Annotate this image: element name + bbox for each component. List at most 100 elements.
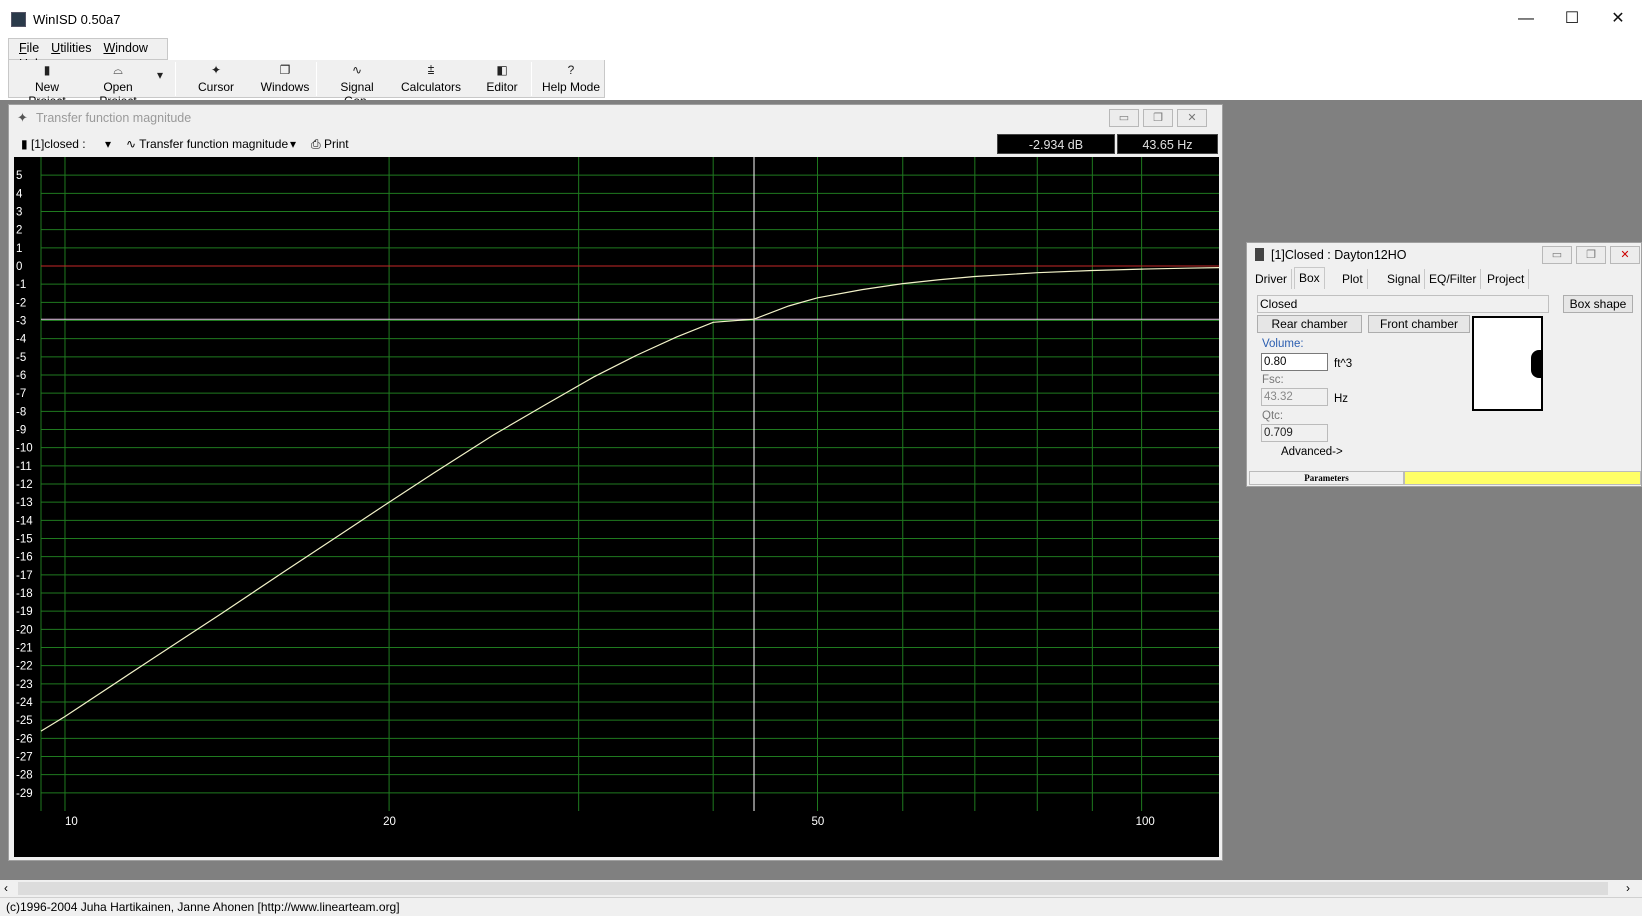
qtc-label: Qtc:	[1262, 410, 1284, 422]
y-tick-label: -28	[16, 770, 33, 782]
dialog-close-button[interactable]: ✕	[1610, 246, 1640, 264]
print-button[interactable]: ⎙ Print	[311, 133, 361, 155]
editor-button[interactable]: ◧ Editor	[474, 63, 530, 97]
horizontal-scrollbar[interactable]: ‹ ›	[0, 880, 1642, 897]
maximize-button[interactable]: ☐	[1549, 6, 1595, 32]
plot-type-value: Transfer function magnitude	[139, 137, 289, 151]
toolbar-separator	[531, 62, 532, 96]
open-project-button[interactable]: ⌓ Open Project	[84, 63, 152, 108]
y-tick-label: -25	[16, 715, 33, 727]
close-button[interactable]: ✕	[1595, 6, 1641, 32]
transfer-function-chart[interactable]: 543210-1-2-3-4-5-6-7-8-9-10-11-12-13-14-…	[14, 157, 1219, 857]
chevron-down-icon: ▾	[156, 68, 164, 82]
new-project-button[interactable]: ▮ New Project	[15, 63, 79, 108]
y-tick-label: -15	[16, 534, 33, 546]
question-icon: ?	[567, 63, 575, 77]
scroll-right-icon[interactable]: ›	[1626, 881, 1630, 895]
scroll-track[interactable]	[18, 882, 1608, 895]
calculator-icon: ⩲	[427, 63, 435, 77]
toolbar: ▮ New Project ⌓ Open Project ▾ ✦ Cursor …	[8, 60, 605, 108]
dialog-restore-button[interactable]: ❐	[1576, 246, 1606, 264]
tab-plot[interactable]: Plot	[1338, 269, 1368, 289]
tab-box[interactable]: Box	[1294, 267, 1325, 289]
windows-button[interactable]: ❐ Windows	[254, 63, 316, 97]
y-tick-label: -16	[16, 552, 33, 564]
db-readout: -2.934 dB	[997, 134, 1115, 154]
scroll-left-icon[interactable]: ‹	[4, 881, 8, 895]
plot-restore-button[interactable]: ❐	[1143, 109, 1173, 127]
y-tick-label: -3	[16, 316, 26, 328]
y-tick-label: -13	[16, 497, 33, 509]
y-tick-label: -14	[16, 515, 33, 527]
fsc-input: 43.32	[1261, 388, 1328, 406]
print-label: Print	[323, 137, 349, 151]
calculators-button[interactable]: ⩲ Calculators	[395, 63, 467, 97]
help-mode-label: Help Mode	[541, 80, 601, 94]
editor-label: Editor	[486, 80, 518, 94]
status-bar: (c)1996-2004 Juha Hartikainen, Janne Aho…	[0, 897, 1642, 916]
tab-driver[interactable]: Driver	[1251, 269, 1292, 289]
windows-label: Windows	[260, 80, 310, 94]
tab-signal[interactable]: Signal	[1383, 269, 1426, 289]
x-tick-label: 100	[1136, 816, 1155, 828]
plot-minimize-button[interactable]: ▭	[1109, 109, 1139, 127]
x-tick-label: 20	[383, 816, 396, 828]
x-tick-label: 50	[812, 816, 825, 828]
sine-wave-icon: ∿	[351, 63, 363, 77]
box-diagram	[1472, 316, 1543, 411]
box-type-field[interactable]: Closed	[1257, 295, 1549, 313]
volume-label: Volume:	[1262, 338, 1304, 350]
y-tick-label: -22	[16, 661, 33, 673]
calculators-label: Calculators	[400, 80, 462, 94]
project-select-value: [1]closed :	[30, 137, 86, 151]
y-tick-label: -7	[16, 388, 26, 400]
cursor-label: Cursor	[197, 80, 234, 94]
front-chamber-button[interactable]: Front chamber	[1368, 315, 1470, 333]
menu-utilities[interactable]: Utilities	[41, 39, 93, 55]
fsc-label: Fsc:	[1262, 374, 1284, 386]
qtc-input: 0.709	[1261, 424, 1328, 442]
dialog-minimize-button[interactable]: ▭	[1542, 246, 1572, 264]
new-project-icon: ▮	[43, 63, 51, 77]
menu-window[interactable]: Window	[93, 39, 149, 55]
y-tick-label: -6	[16, 370, 26, 382]
hz-readout: 43.65 Hz	[1117, 134, 1218, 154]
title-bar: WinISD 0.50a7 — ☐ ✕	[0, 0, 1642, 38]
plot-area[interactable]: 5 4 3 2 1 0 -1 -2 -3 -4 -5 -6 -7 -8 -9 -10 -11 -12 -13 -14-…	[14, 157, 1219, 857]
tab-eq-filter[interactable]: EQ/Filter	[1425, 269, 1482, 289]
y-tick-label: 1	[16, 243, 22, 255]
signal-gen-button[interactable]: ∿ Signal Gen.	[326, 63, 388, 108]
volume-input[interactable]: 0.80	[1261, 353, 1328, 371]
rear-chamber-button[interactable]: Rear chamber	[1257, 315, 1362, 333]
y-tick-label: -2	[16, 297, 26, 309]
y-tick-label: -9	[16, 425, 26, 437]
dialog-titlebar[interactable]: [1]Closed : Dayton12HO ▭ ❐ ✕	[1247, 243, 1641, 267]
tab-project[interactable]: Project	[1483, 269, 1530, 289]
y-tick-label: -19	[16, 606, 33, 618]
project-select[interactable]: ▮ [1]closed : ▾	[21, 133, 115, 155]
parameters-label: Parameters	[1249, 471, 1404, 485]
y-tick-label: -1	[16, 279, 26, 291]
y-tick-label: -20	[16, 624, 33, 636]
plot-window-titlebar[interactable]: ✦ Transfer function magnitude ▭ ❐ ✕	[9, 105, 1222, 131]
minimize-button[interactable]: —	[1503, 6, 1549, 32]
y-tick-label: -27	[16, 752, 33, 764]
printer-icon: ⎙	[311, 137, 324, 151]
y-tick-label: -11	[16, 461, 32, 473]
open-project-dropdown[interactable]: ▾	[153, 68, 167, 102]
y-tick-label: -8	[16, 406, 26, 418]
app-icon	[11, 12, 26, 27]
plot-type-select[interactable]: ∿ Transfer function magnitude ▾	[126, 133, 301, 155]
plot-close-button[interactable]: ✕	[1177, 109, 1207, 127]
toolbar-separator	[175, 62, 176, 96]
cursor-button[interactable]: ✦ Cursor	[186, 63, 246, 97]
help-mode-button[interactable]: ? Help Mode	[539, 63, 603, 97]
pin-icon: ✦	[17, 110, 28, 125]
box-shape-button[interactable]: Box shape	[1563, 295, 1633, 313]
plot-toolbar: ▮ [1]closed : ▾ ∿ Transfer function magn…	[13, 133, 1218, 155]
menu-bar: FileUtilitiesWindowHelp	[8, 38, 168, 71]
y-tick-label: -4	[16, 334, 27, 346]
menu-file[interactable]: File	[9, 39, 41, 55]
y-tick-label: -10	[16, 443, 33, 455]
advanced-button[interactable]: Advanced->	[1281, 446, 1343, 458]
